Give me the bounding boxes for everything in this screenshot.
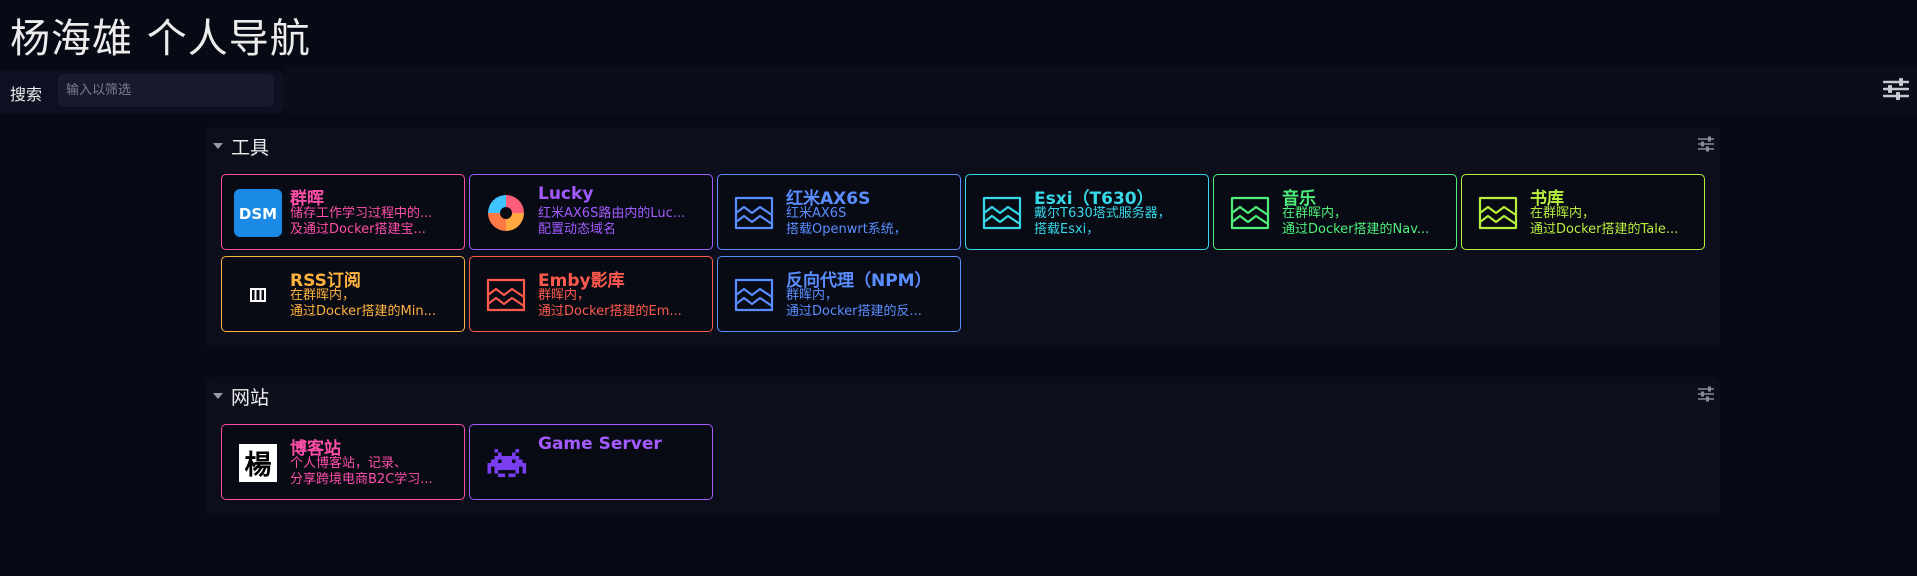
card-description: 个人博客站，记录、 [290, 456, 408, 471]
image-placeholder-icon [978, 189, 1026, 237]
card-description: 在群晖内， [1530, 206, 1596, 221]
app-card[interactable]: RSS订阅 在群晖内， 通过Docker搭建的Min... [221, 256, 465, 332]
card-description: 通过Docker搭建的Tale... [1530, 222, 1679, 237]
section-settings-icon[interactable] [1697, 136, 1715, 152]
section-title: 工具 [231, 136, 270, 159]
search-input[interactable] [58, 74, 274, 107]
svg-text:DSM: DSM [239, 205, 277, 223]
card-description: 配置动态域名 [538, 222, 617, 237]
rss-miniflux-icon [234, 271, 282, 319]
image-placeholder-icon [482, 271, 530, 319]
app-card[interactable]: 音乐 在群晖内， 通过Docker搭建的Nav... [1213, 174, 1457, 250]
section-settings-icon[interactable] [1697, 386, 1715, 402]
card-description: 群晖内， [538, 288, 591, 303]
image-placeholder-icon [730, 189, 778, 237]
image-placeholder-icon [1226, 189, 1274, 237]
app-card[interactable]: Game Server [469, 424, 713, 500]
card-title: Game Server [538, 434, 662, 454]
search-label: 搜索 [10, 85, 43, 104]
card-description: 通过Docker搭建的Nav... [1282, 222, 1430, 237]
card-description: 通过Docker搭建的Min... [290, 304, 436, 319]
card-description: 及通过Docker搭建宝... [290, 222, 426, 237]
card-description: 红米AX6S路由内的Luc... [538, 206, 686, 221]
card-description: 搭载Openwrt系统， [786, 222, 907, 237]
app-card[interactable]: DSM 群晖 储存工作学习过程中的... 及通过Docker搭建宝... [221, 174, 465, 250]
card-description: 红米AX6S [786, 206, 847, 221]
app-card[interactable]: Emby影库 群晖内， 通过Docker搭建的Em... [469, 256, 713, 332]
collapse-caret-icon[interactable] [213, 143, 223, 149]
card-description: 戴尔T630塔式服务器， [1034, 206, 1171, 221]
svg-text:楊: 楊 [245, 450, 272, 481]
app-card[interactable]: 书库 在群晖内， 通过Docker搭建的Tale... [1461, 174, 1705, 250]
card-description: 搭载Esxi， [1034, 222, 1100, 237]
card-description: 通过Docker搭建的Em... [538, 304, 682, 319]
app-card[interactable]: 反向代理（NPM） 群晖内， 通过Docker搭建的反... [717, 256, 961, 332]
app-card[interactable]: 楊博客站 个人博客站，记录、 分享跨境电商B2C学习... [221, 424, 465, 500]
app-card[interactable]: 红米AX6S 红米AX6S 搭载Openwrt系统， [717, 174, 961, 250]
space-invader-icon [482, 439, 530, 487]
search-bar: 搜索 [0, 70, 285, 114]
card-description: 通过Docker搭建的反... [786, 304, 922, 319]
card-description: 分享跨境电商B2C学习... [290, 472, 433, 487]
card-title: Lucky [538, 184, 594, 204]
section-header-tools[interactable]: 工具 [211, 133, 269, 159]
yang-character-icon: 楊 [234, 439, 282, 487]
app-card[interactable]: Esxi（T630） 戴尔T630塔式服务器， 搭载Esxi， [965, 174, 1209, 250]
section-websites: 网站 楊博客站 个人博客站，记录、 分享跨境电商B2C学习... Game Serve… [205, 377, 1720, 515]
toolbar-band [285, 66, 1917, 114]
card-description: 在群晖内， [1282, 206, 1348, 221]
collapse-caret-icon[interactable] [213, 393, 223, 399]
section-tools: 工具 DSM 群晖 储存工作学习过程中的... 及通过Docker搭建宝... Luck… [205, 127, 1720, 347]
card-description: 群晖内， [786, 288, 839, 303]
settings-sliders-icon[interactable] [1883, 78, 1909, 100]
dsm-logo-icon: DSM [234, 189, 282, 237]
image-placeholder-icon [730, 271, 778, 319]
card-description: 在群晖内， [290, 288, 356, 303]
card-description: 储存工作学习过程中的... [290, 206, 433, 221]
image-placeholder-icon [1474, 189, 1522, 237]
lucky-logo-icon [482, 189, 530, 237]
section-header-websites[interactable]: 网站 [211, 383, 269, 409]
section-title: 网站 [231, 386, 270, 409]
page-title: 杨海雄 个人导航 [10, 16, 311, 62]
app-card[interactable]: Lucky 红米AX6S路由内的Luc... 配置动态域名 [469, 174, 713, 250]
